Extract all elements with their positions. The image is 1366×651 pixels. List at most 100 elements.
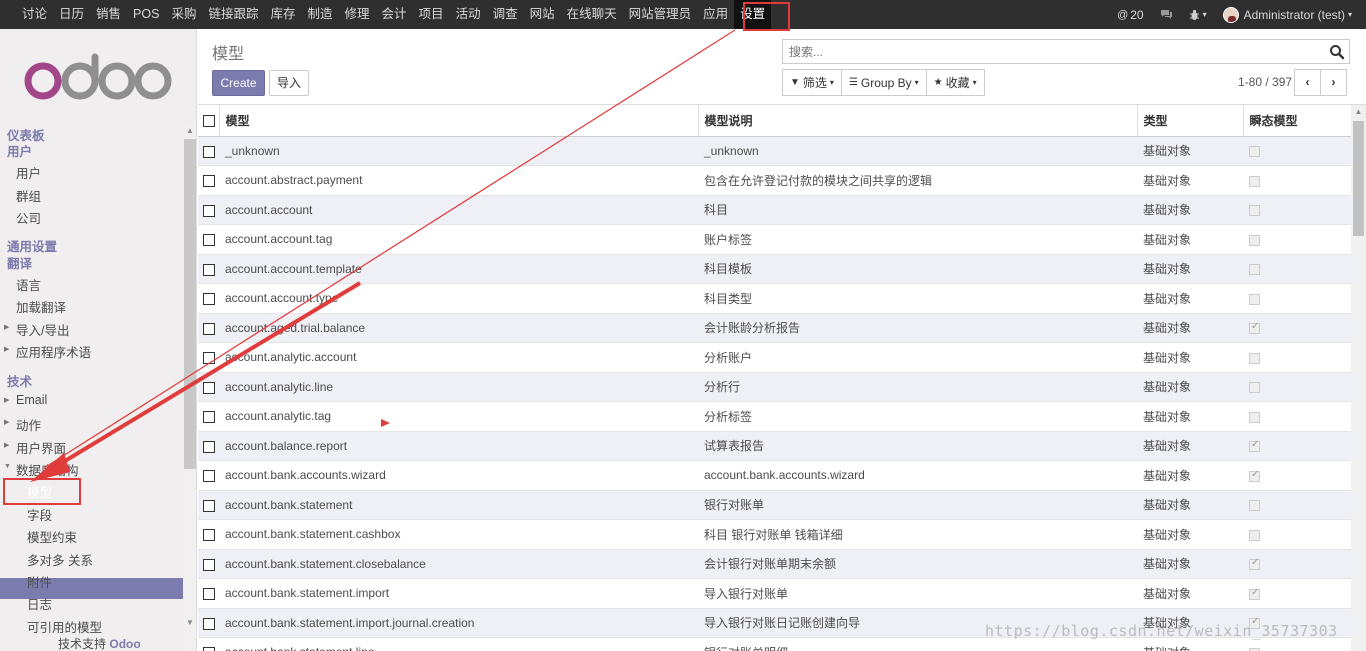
sidebar-section-translations[interactable]: 翻译	[7, 253, 32, 272]
table-row[interactable]: _unknown _unknown 基础对象	[198, 136, 1351, 166]
cell-type[interactable]: 基础对象	[1137, 460, 1243, 491]
topnav-item-0[interactable]: 讨论	[16, 0, 53, 29]
chat-button[interactable]	[1160, 9, 1173, 20]
row-checkbox[interactable]	[203, 558, 215, 571]
scroll-up-icon[interactable]: ▲	[183, 125, 196, 137]
table-row[interactable]: account.account 科目 基础对象	[198, 195, 1351, 225]
column-header-description[interactable]: 模型说明	[698, 105, 1138, 137]
cell-type[interactable]: 基础对象	[1137, 224, 1243, 255]
cell-type[interactable]: 基础对象	[1137, 136, 1243, 166]
cell-model[interactable]: account.analytic.account	[219, 342, 698, 373]
cell-description[interactable]: 账户标签	[698, 224, 1137, 255]
cell-description[interactable]: account.bank.accounts.wizard	[698, 460, 1137, 491]
cell-type[interactable]: 基础对象	[1137, 578, 1243, 609]
cell-description[interactable]: 分析标签	[698, 401, 1137, 432]
sidebar-item-users[interactable]: 用户	[16, 163, 41, 182]
cell-model[interactable]: account.analytic.line	[219, 372, 698, 402]
sidebar-section-technical[interactable]: 技术	[7, 371, 32, 390]
scroll-down-icon[interactable]: ▼	[183, 617, 196, 629]
sidebar-item-fields[interactable]: 字段	[27, 505, 52, 524]
sidebar-item-user-interface[interactable]: 用户界面	[16, 438, 66, 457]
column-header-type[interactable]: 类型	[1137, 105, 1244, 137]
cell-model[interactable]: account.analytic.tag	[219, 401, 698, 432]
topnav-item-11[interactable]: 活动	[450, 0, 487, 29]
topnav-item-6[interactable]: 库存	[264, 0, 301, 29]
cell-type[interactable]: 基础对象	[1137, 549, 1243, 579]
cell-model[interactable]: account.aged.trial.balance	[219, 313, 698, 343]
search-input[interactable]	[783, 40, 1313, 63]
pager-next-button[interactable]: ›	[1320, 69, 1347, 96]
cell-model[interactable]: account.abstract.payment	[219, 165, 698, 196]
cell-type[interactable]: 基础对象	[1137, 490, 1243, 520]
cell-model[interactable]: account.bank.statement.closebalance	[219, 549, 698, 579]
sidebar-item-load-translation[interactable]: 加载翻译	[16, 297, 66, 316]
table-row[interactable]: account.analytic.line 分析行 基础对象	[198, 372, 1351, 402]
cell-description[interactable]: 试算表报告	[698, 431, 1137, 461]
sidebar-item-actions[interactable]: 动作	[16, 415, 41, 434]
search-icon[interactable]	[1329, 44, 1345, 60]
cell-model[interactable]: account.bank.statement.line	[219, 637, 698, 651]
table-row[interactable]: account.analytic.tag 分析标签 基础对象	[198, 401, 1351, 432]
cell-model[interactable]: _unknown	[219, 136, 698, 166]
sidebar-item-import-export[interactable]: 导入/导出	[16, 320, 69, 339]
cell-description[interactable]: 会计账龄分析报告	[698, 313, 1137, 343]
cell-description[interactable]: 科目模板	[698, 254, 1137, 284]
sidebar-item-languages[interactable]: 语言	[16, 275, 41, 294]
cell-type[interactable]: 基础对象	[1137, 401, 1243, 432]
sidebar-item-email[interactable]: Email	[16, 393, 47, 407]
cell-description[interactable]: 包含在允许登记付款的模块之间共享的逻辑	[698, 165, 1137, 196]
sidebar-scrollbar[interactable]: ▲ ▼	[183, 125, 196, 651]
cell-model[interactable]: account.bank.accounts.wizard	[219, 460, 698, 491]
table-row[interactable]: account.account.tag 账户标签 基础对象	[198, 224, 1351, 255]
table-row[interactable]: account.account.template 科目模板 基础对象	[198, 254, 1351, 284]
sidebar-item-many2many-relations[interactable]: 多对多 关系	[27, 550, 93, 569]
topnav-item-3[interactable]: POS	[127, 0, 165, 29]
row-checkbox[interactable]	[203, 263, 215, 276]
sidebar-item-attachments[interactable]: 附件	[27, 572, 52, 591]
sidebar-item-app-terms[interactable]: 应用程序术语	[16, 342, 91, 361]
cell-model[interactable]: account.bank.statement.import	[219, 578, 698, 609]
topnav-item-13[interactable]: 网站	[524, 0, 561, 29]
cell-type[interactable]: 基础对象	[1137, 313, 1243, 343]
cell-description[interactable]: _unknown	[698, 136, 1137, 166]
cell-description[interactable]: 导入银行对账单	[698, 578, 1137, 609]
cell-model[interactable]: account.bank.statement	[219, 490, 698, 520]
table-row[interactable]: account.abstract.payment 包含在允许登记付款的模块之间共享…	[198, 165, 1351, 196]
sidebar-scroll-thumb[interactable]	[184, 139, 196, 469]
cell-model[interactable]: account.bank.statement.import.journal.cr…	[219, 608, 698, 638]
cell-type[interactable]: 基础对象	[1137, 372, 1243, 402]
topnav-item-7[interactable]: 制造	[302, 0, 339, 29]
cell-model[interactable]: account.account.type	[219, 283, 698, 314]
row-checkbox[interactable]	[203, 175, 215, 188]
topnav-item-5[interactable]: 链接跟踪	[202, 0, 264, 29]
filter-button[interactable]: ▼ 筛选 ▾	[782, 69, 842, 96]
topnav-item-8[interactable]: 修理	[339, 0, 376, 29]
cell-type[interactable]: 基础对象	[1137, 519, 1243, 550]
table-row[interactable]: account.balance.report 试算表报告 基础对象	[198, 431, 1351, 461]
table-row[interactable]: account.bank.statement 银行对账单 基础对象	[198, 490, 1351, 520]
cell-description[interactable]: 科目 银行对账单 钱箱详细	[698, 519, 1137, 550]
scroll-up-icon[interactable]: ▲	[1351, 105, 1366, 119]
table-row[interactable]: account.bank.accounts.wizard account.bank…	[198, 460, 1351, 491]
create-button[interactable]: Create	[212, 70, 265, 96]
cell-model[interactable]: account.bank.statement.cashbox	[219, 519, 698, 550]
topnav-item-10[interactable]: 项目	[413, 0, 450, 29]
table-row[interactable]: account.aged.trial.balance 会计账龄分析报告 基础对象	[198, 313, 1351, 343]
main-scrollbar[interactable]: ▲	[1351, 105, 1366, 651]
topnav-item-16[interactable]: 应用	[697, 0, 734, 29]
cell-type[interactable]: 基础对象	[1137, 283, 1243, 314]
sidebar-item-referenceable-models[interactable]: 可引用的模型	[27, 617, 102, 636]
sidebar-item-database-structure[interactable]: 数据库结构	[16, 460, 79, 479]
sidebar-item-groups[interactable]: 群组	[16, 186, 41, 205]
sidebar-item-logging[interactable]: 日志	[27, 594, 52, 613]
row-checkbox[interactable]	[203, 322, 215, 335]
cell-description[interactable]: 分析账户	[698, 342, 1137, 373]
row-checkbox[interactable]	[203, 411, 215, 424]
user-menu[interactable]: Administrator (test) ▾	[1222, 6, 1352, 23]
topnav-item-2[interactable]: 销售	[90, 0, 127, 29]
pager-previous-button[interactable]: ‹	[1294, 69, 1321, 96]
cell-description[interactable]: 会计银行对账单期末余额	[698, 549, 1137, 579]
table-row[interactable]: account.bank.statement.closebalance 会计银行对…	[198, 549, 1351, 579]
table-row[interactable]: account.bank.statement.import 导入银行对账单 基础对象	[198, 578, 1351, 609]
topnav-item-9[interactable]: 会计	[376, 0, 413, 29]
